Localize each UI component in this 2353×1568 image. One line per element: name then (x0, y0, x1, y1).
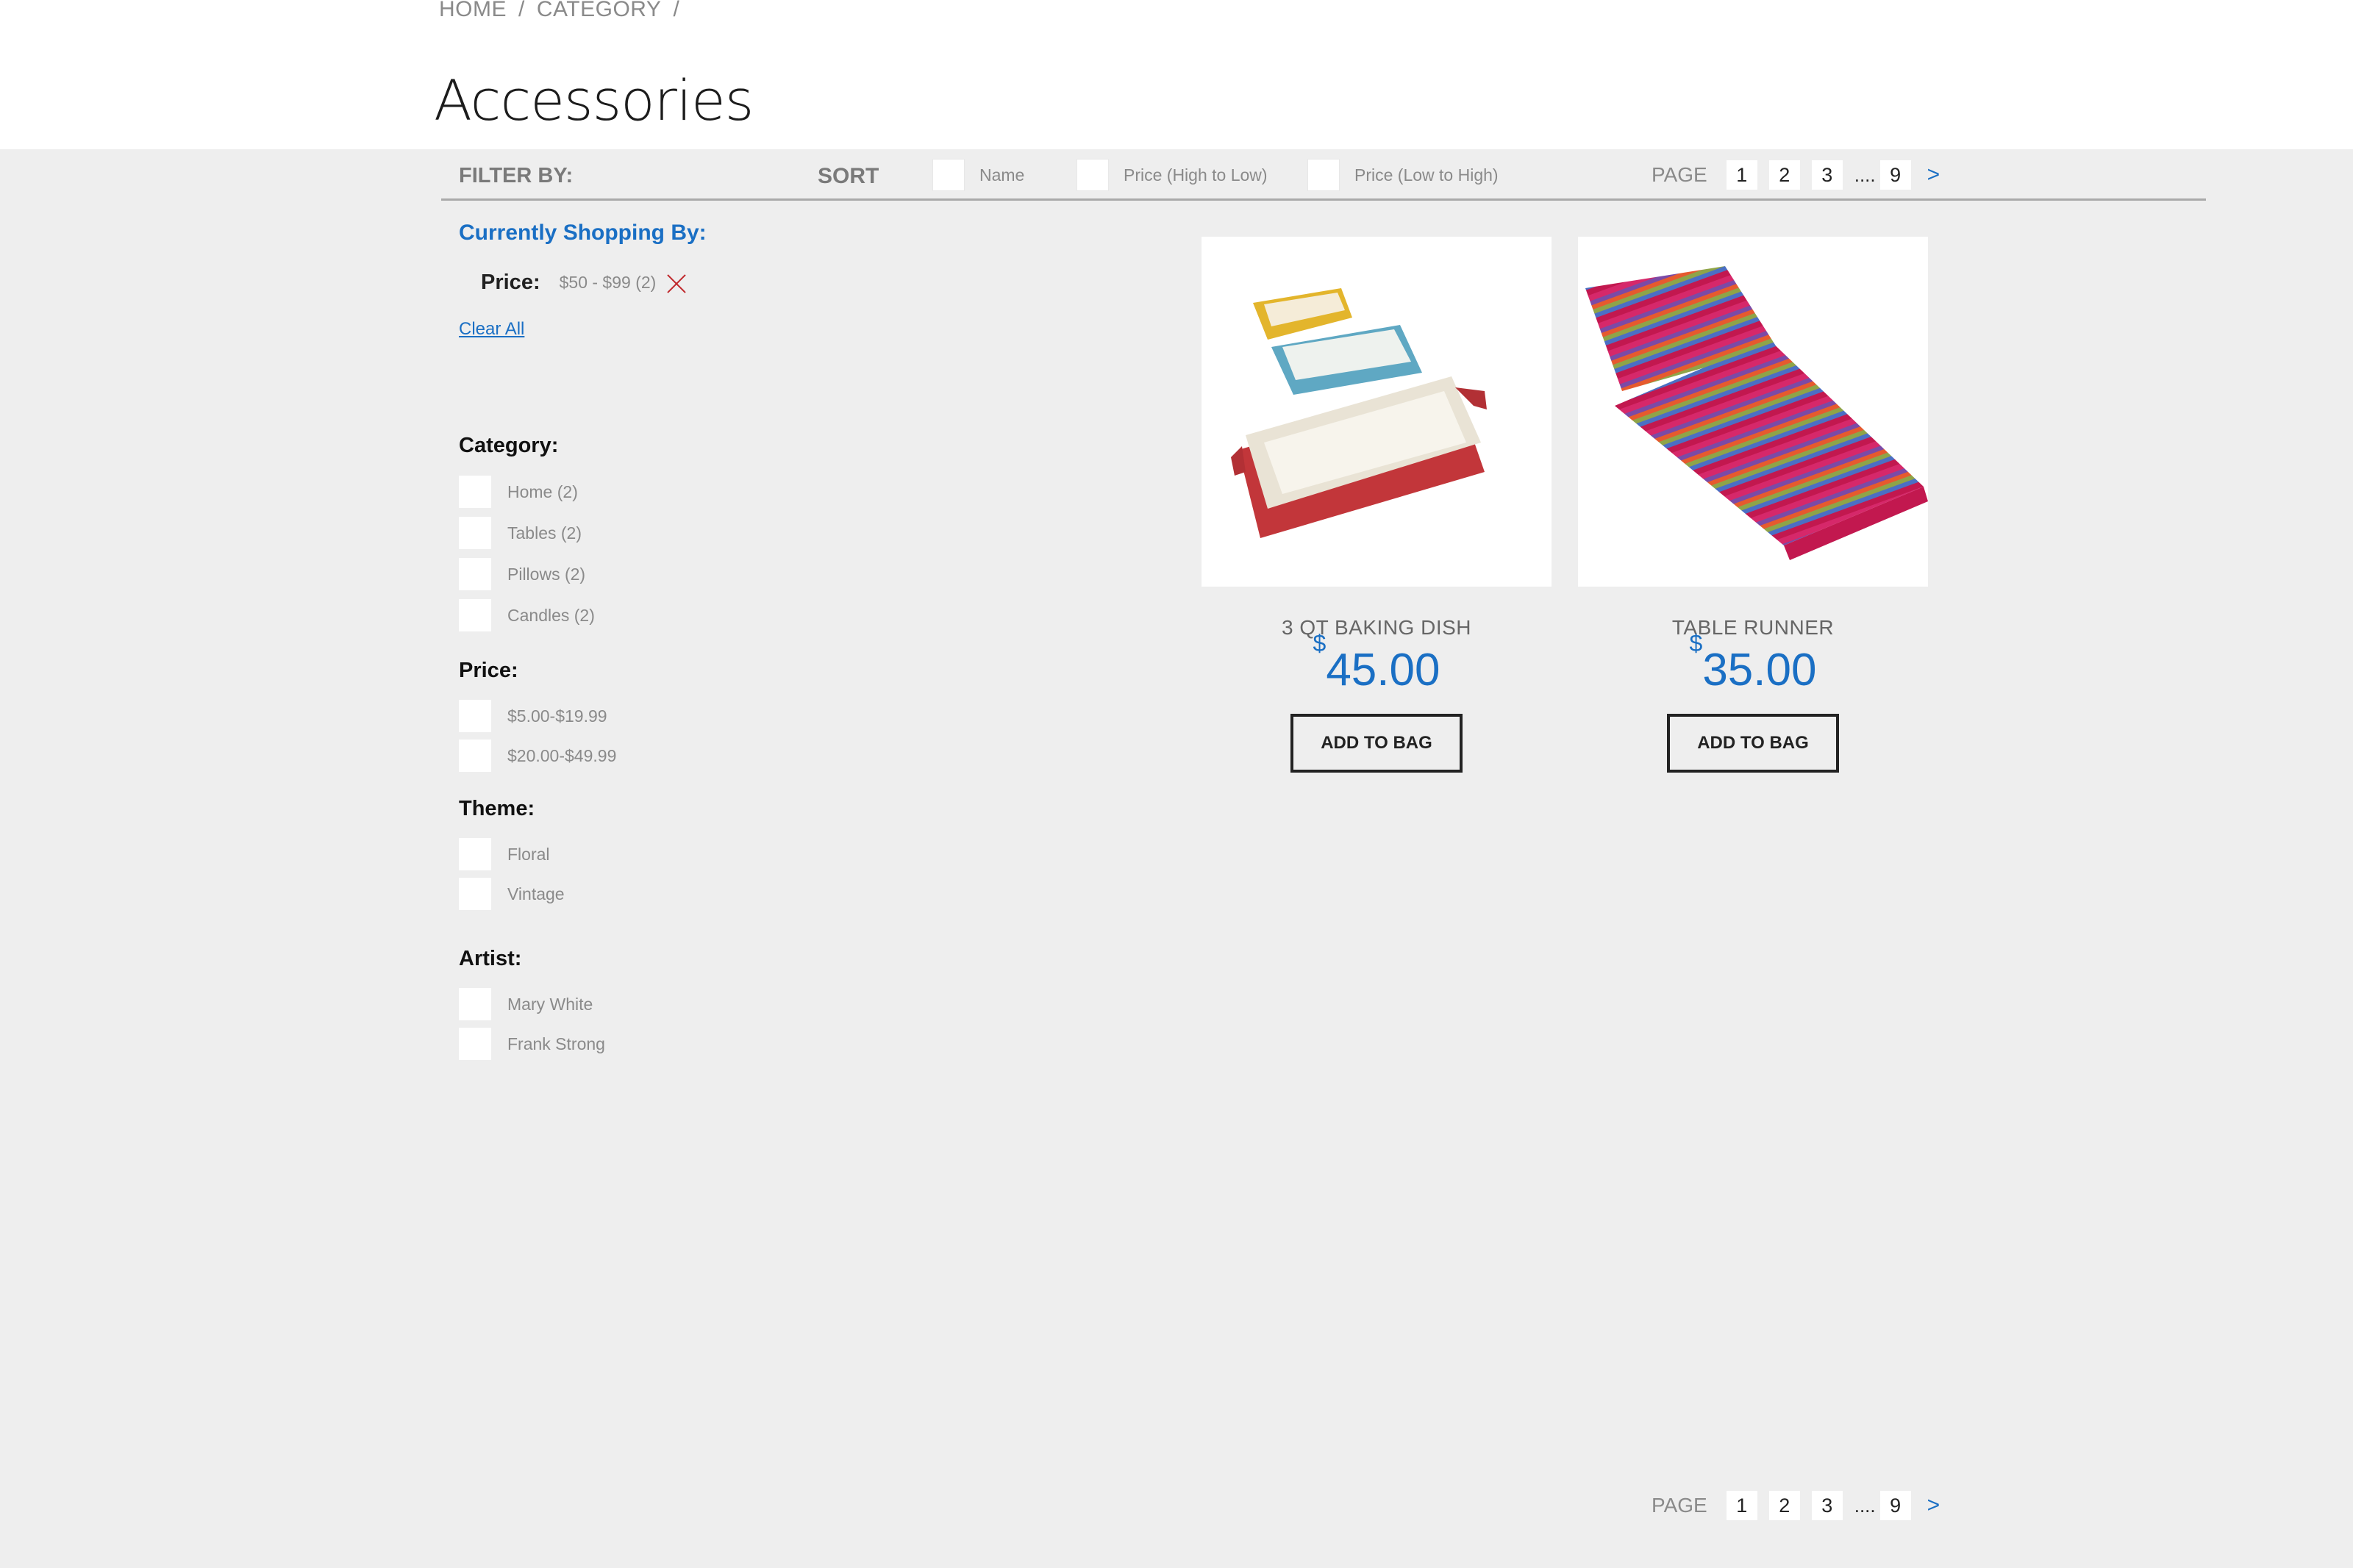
remove-filter-icon[interactable] (666, 273, 687, 293)
theme-vintage-label: Vintage (507, 884, 565, 903)
page-link-3[interactable]: 3 (1811, 160, 1843, 190)
category-pillows-checkbox[interactable] (459, 558, 491, 590)
artist-mary-white-checkbox[interactable] (459, 988, 491, 1020)
product-image[interactable] (1578, 237, 1928, 587)
sort-price-low-high-checkbox[interactable] (1307, 159, 1340, 191)
artist-option-mary-white[interactable]: Mary White (459, 988, 593, 1020)
page-link-1[interactable]: 1 (1726, 160, 1757, 190)
next-page-link[interactable]: > (1927, 162, 1940, 187)
page-title: Accessories (434, 68, 754, 133)
applied-filter-value: $50 - $99 (2) (559, 273, 657, 292)
page-link-2[interactable]: 2 (1768, 160, 1800, 190)
category-home-checkbox[interactable] (459, 476, 491, 508)
breadcrumb-separator: / (518, 0, 525, 21)
price-20-49-checkbox[interactable] (459, 740, 491, 772)
pagination-bottom: PAGE 1 2 3 .... 9 > (1652, 1491, 1940, 1520)
sort-option-price-low-high[interactable]: Price (Low to High) (1307, 159, 1499, 191)
page-ellipsis: .... (1854, 163, 1876, 186)
currently-shopping-heading: Currently Shopping By: (459, 221, 707, 245)
sort-price-low-high-label: Price (Low to High) (1354, 165, 1499, 185)
price-5-19-label: $5.00-$19.99 (507, 706, 607, 726)
page-link-last[interactable]: 9 (1879, 160, 1911, 190)
product-card: 3 QT BAKING DISH $45.00 ADD TO BAG (1202, 237, 1552, 773)
sort-name-label: Name (979, 165, 1025, 185)
product-card: TABLE RUNNER $35.00 ADD TO BAG (1578, 237, 1928, 773)
category-option-pillows[interactable]: Pillows (2) (459, 558, 585, 590)
baking-dish-image (1231, 288, 1487, 538)
category-facet-title: Category: (459, 434, 559, 457)
sort-price-high-low-label: Price (High to Low) (1124, 165, 1268, 185)
category-candles-label: Candles (2) (507, 605, 595, 625)
price-option-20-49[interactable]: $20.00-$49.99 (459, 740, 616, 772)
category-option-candles[interactable]: Candles (2) (459, 599, 595, 631)
artist-facet-title: Artist: (459, 947, 522, 970)
clear-all-link[interactable]: Clear All (459, 319, 524, 340)
price-option-5-19[interactable]: $5.00-$19.99 (459, 700, 607, 732)
breadcrumb: HOME / CATEGORY / (439, 0, 679, 22)
theme-floral-label: Floral (507, 844, 550, 864)
category-option-tables[interactable]: Tables (2) (459, 517, 582, 549)
breadcrumb-category[interactable]: CATEGORY (537, 0, 662, 22)
theme-option-floral[interactable]: Floral (459, 838, 550, 870)
table-runner-image (1585, 266, 1928, 560)
breadcrumb-home[interactable]: HOME (439, 0, 507, 22)
page-ellipsis: .... (1854, 1494, 1876, 1517)
product-price: $45.00 (1202, 630, 1552, 696)
theme-facet-title: Theme: (459, 797, 535, 820)
sort-option-price-high-low[interactable]: Price (High to Low) (1076, 159, 1268, 191)
next-page-link[interactable]: > (1927, 1493, 1940, 1518)
page-link-2[interactable]: 2 (1768, 1491, 1800, 1520)
artist-frank-strong-checkbox[interactable] (459, 1028, 491, 1060)
product-price: $35.00 (1578, 630, 1928, 696)
category-tables-label: Tables (2) (507, 523, 582, 543)
applied-filter: Price: $50 - $99 (2) (481, 271, 687, 295)
currency-symbol: $ (1313, 630, 1327, 657)
sort-name-checkbox[interactable] (932, 159, 965, 191)
price-5-19-checkbox[interactable] (459, 700, 491, 732)
price-20-49-label: $20.00-$49.99 (507, 745, 617, 765)
currency-symbol: $ (1689, 630, 1703, 657)
page-link-3[interactable]: 3 (1811, 1491, 1843, 1520)
price-value: 45.00 (1326, 645, 1440, 695)
sort-option-name[interactable]: Name (932, 159, 1024, 191)
artist-frank-strong-label: Frank Strong (507, 1034, 605, 1053)
theme-option-vintage[interactable]: Vintage (459, 878, 565, 910)
category-option-home[interactable]: Home (2) (459, 476, 578, 508)
page-link-last[interactable]: 9 (1879, 1491, 1911, 1520)
page-label: PAGE (1652, 163, 1707, 186)
artist-mary-white-label: Mary White (507, 994, 593, 1014)
theme-vintage-checkbox[interactable] (459, 878, 491, 910)
add-to-bag-button[interactable]: ADD TO BAG (1667, 714, 1839, 773)
category-tables-checkbox[interactable] (459, 517, 491, 549)
product-name[interactable]: 3 QT BAKING DISH (1202, 616, 1552, 640)
category-candles-checkbox[interactable] (459, 599, 491, 631)
pagination-top: PAGE 1 2 3 .... 9 > (1652, 160, 1940, 190)
price-value: 35.00 (1702, 645, 1817, 695)
sort-price-high-low-checkbox[interactable] (1076, 159, 1109, 191)
breadcrumb-separator: / (673, 0, 680, 21)
page-label: PAGE (1652, 1494, 1707, 1517)
sort-label: SORT (818, 164, 879, 188)
applied-filter-label: Price: (481, 271, 540, 294)
toolbar: FILTER BY: SORT Name Price (High to Low)… (441, 149, 2206, 201)
page-link-1[interactable]: 1 (1726, 1491, 1757, 1520)
product-name[interactable]: TABLE RUNNER (1578, 616, 1928, 640)
add-to-bag-button[interactable]: ADD TO BAG (1290, 714, 1463, 773)
content-area (0, 149, 2353, 1568)
price-facet-title: Price: (459, 659, 518, 682)
category-home-label: Home (2) (507, 482, 578, 501)
filter-by-label: FILTER BY: (459, 164, 574, 187)
header-area (0, 0, 2353, 149)
category-pillows-label: Pillows (2) (507, 564, 586, 584)
product-image[interactable] (1202, 237, 1552, 587)
artist-option-frank-strong[interactable]: Frank Strong (459, 1028, 605, 1060)
theme-floral-checkbox[interactable] (459, 838, 491, 870)
